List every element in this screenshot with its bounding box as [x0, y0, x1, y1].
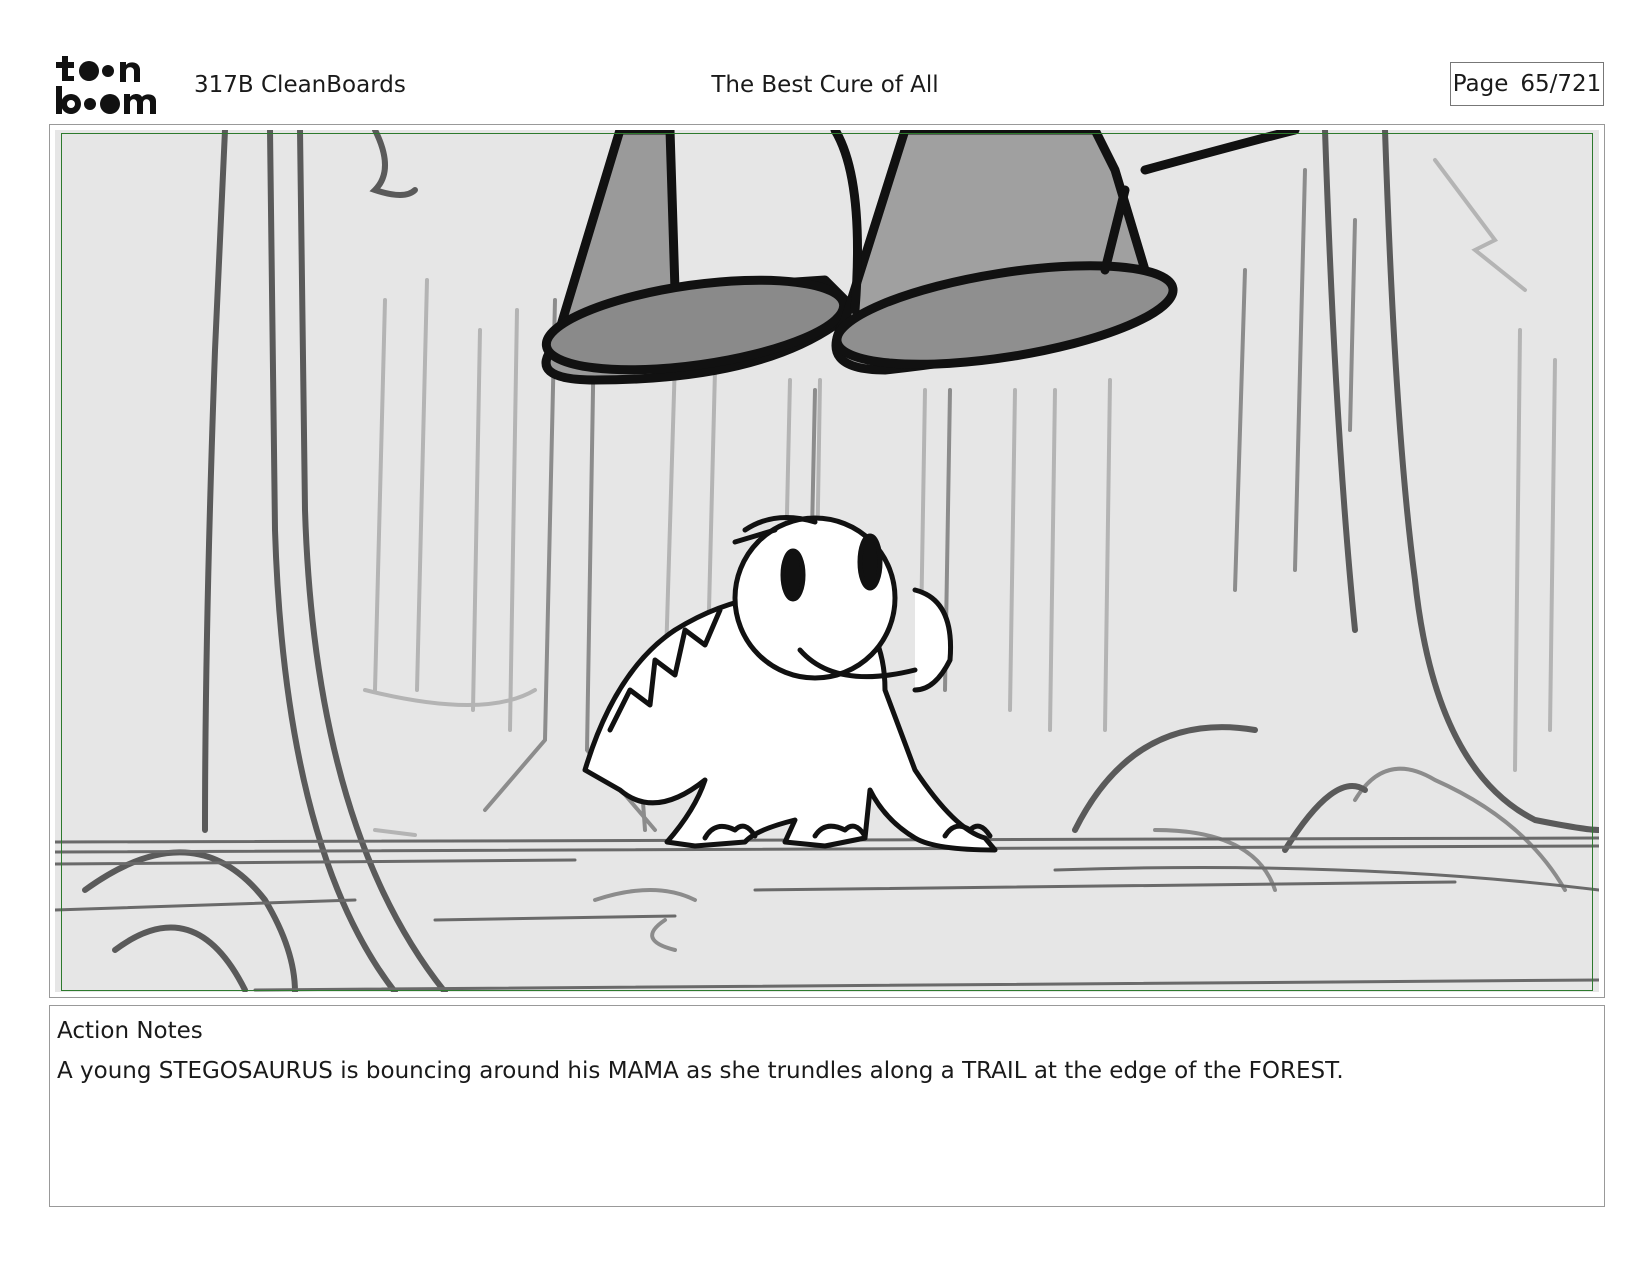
action-notes-label: Action Notes	[57, 1018, 203, 1044]
action-notes-box: Action Notes A young STEGOSAURUS is boun…	[49, 1005, 1605, 1207]
storyboard-panel	[49, 124, 1605, 998]
action-notes-text: A young STEGOSAURUS is bouncing around h…	[57, 1058, 1344, 1084]
page-indicator: Page 65/721	[1450, 62, 1604, 106]
storyboard-title: The Best Cure of All	[711, 72, 939, 98]
page-label: Page	[1452, 71, 1509, 97]
panel-sketch-image	[55, 130, 1599, 992]
page-number: 65/721	[1520, 71, 1602, 97]
